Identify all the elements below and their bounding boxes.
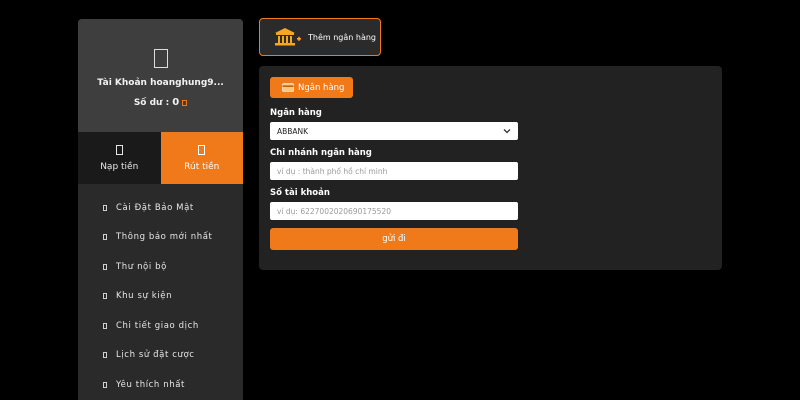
- sidebar-item-internal-mail[interactable]: Thư nội bộ: [78, 252, 243, 282]
- avatar-icon: [153, 49, 168, 68]
- tab-withdraw-label: Rút tiền: [184, 161, 220, 172]
- tab-deposit[interactable]: Nạp tiền: [78, 132, 161, 184]
- card-icon: [282, 83, 294, 92]
- branch-input[interactable]: [270, 162, 518, 180]
- account-name: Tài Khoản hoanghung9...: [97, 78, 224, 88]
- menu-bullet-icon: [103, 263, 107, 270]
- account-number-input[interactable]: [270, 202, 518, 220]
- withdraw-icon: [198, 144, 206, 155]
- menu-bullet-icon: [103, 293, 107, 300]
- bank-field-label: Ngân hàng: [270, 108, 322, 118]
- add-bank-label: Thêm ngân hàng: [308, 32, 376, 42]
- wallet-tabs: Nạp tiền Rút tiền: [78, 132, 243, 184]
- submit-button[interactable]: gửi đi: [270, 228, 518, 250]
- chevron-down-icon: [503, 129, 511, 134]
- tab-bank-label: Ngân hàng: [298, 82, 345, 93]
- sidebar: Tài Khoản hoanghung9... Số dư : 0 Nạp ti…: [78, 19, 243, 400]
- sidebar-item-label: Thư nội bộ: [116, 261, 167, 272]
- sidebar-menu: Cài Đặt Bảo Mật Thông báo mới nhất Thư n…: [78, 184, 243, 400]
- sidebar-item-label: Lịch sử đặt cược: [116, 350, 195, 361]
- menu-bullet-icon: [103, 234, 107, 241]
- account-number-label: Số tài khoản: [270, 188, 330, 198]
- sidebar-item-favorites[interactable]: Yêu thích nhất: [78, 370, 243, 400]
- sidebar-item-security-settings[interactable]: Cài Đặt Bảo Mật: [78, 193, 243, 223]
- balance-row: Số dư : 0: [133, 97, 188, 108]
- tab-deposit-label: Nạp tiền: [100, 161, 139, 172]
- menu-bullet-icon: [103, 204, 107, 211]
- sidebar-item-label: Yêu thích nhất: [116, 379, 185, 390]
- bank-form-panel: Ngân hàng Ngân hàng ABBANK Chi nhánh ngâ…: [259, 66, 722, 270]
- sidebar-item-events[interactable]: Khu sự kiện: [78, 282, 243, 312]
- bank-select-value: ABBANK: [277, 126, 309, 136]
- page: Tài Khoản hoanghung9... Số dư : 0 Nạp ti…: [0, 0, 800, 400]
- balance-value: 0: [172, 97, 180, 108]
- coin-icon: [182, 99, 188, 106]
- profile-section: Tài Khoản hoanghung9... Số dư : 0: [78, 19, 243, 132]
- tab-bank[interactable]: Ngân hàng: [270, 77, 353, 98]
- balance-label: Số dư :: [133, 97, 170, 108]
- sidebar-item-bet-history[interactable]: Lịch sử đặt cược: [78, 341, 243, 371]
- sidebar-item-label: Thông báo mới nhất: [116, 232, 213, 243]
- add-bank-button[interactable]: Thêm ngân hàng: [259, 18, 381, 56]
- sidebar-item-label: Cài Đặt Bảo Mật: [116, 202, 194, 213]
- branch-field-label: Chi nhánh ngân hàng: [270, 148, 372, 158]
- bank-select[interactable]: ABBANK: [270, 122, 518, 140]
- menu-bullet-icon: [103, 352, 107, 359]
- sidebar-item-label: Chi tiết giao dịch: [116, 320, 199, 331]
- sidebar-item-transaction-details[interactable]: Chi tiết giao dịch: [78, 311, 243, 341]
- tab-withdraw[interactable]: Rút tiền: [160, 132, 243, 184]
- deposit-icon: [115, 144, 123, 155]
- menu-bullet-icon: [103, 381, 107, 388]
- sidebar-item-latest-notifications[interactable]: Thông báo mới nhất: [78, 223, 243, 253]
- sidebar-item-label: Khu sự kiện: [116, 291, 173, 302]
- menu-bullet-icon: [103, 322, 107, 329]
- bank-add-icon: [275, 28, 301, 46]
